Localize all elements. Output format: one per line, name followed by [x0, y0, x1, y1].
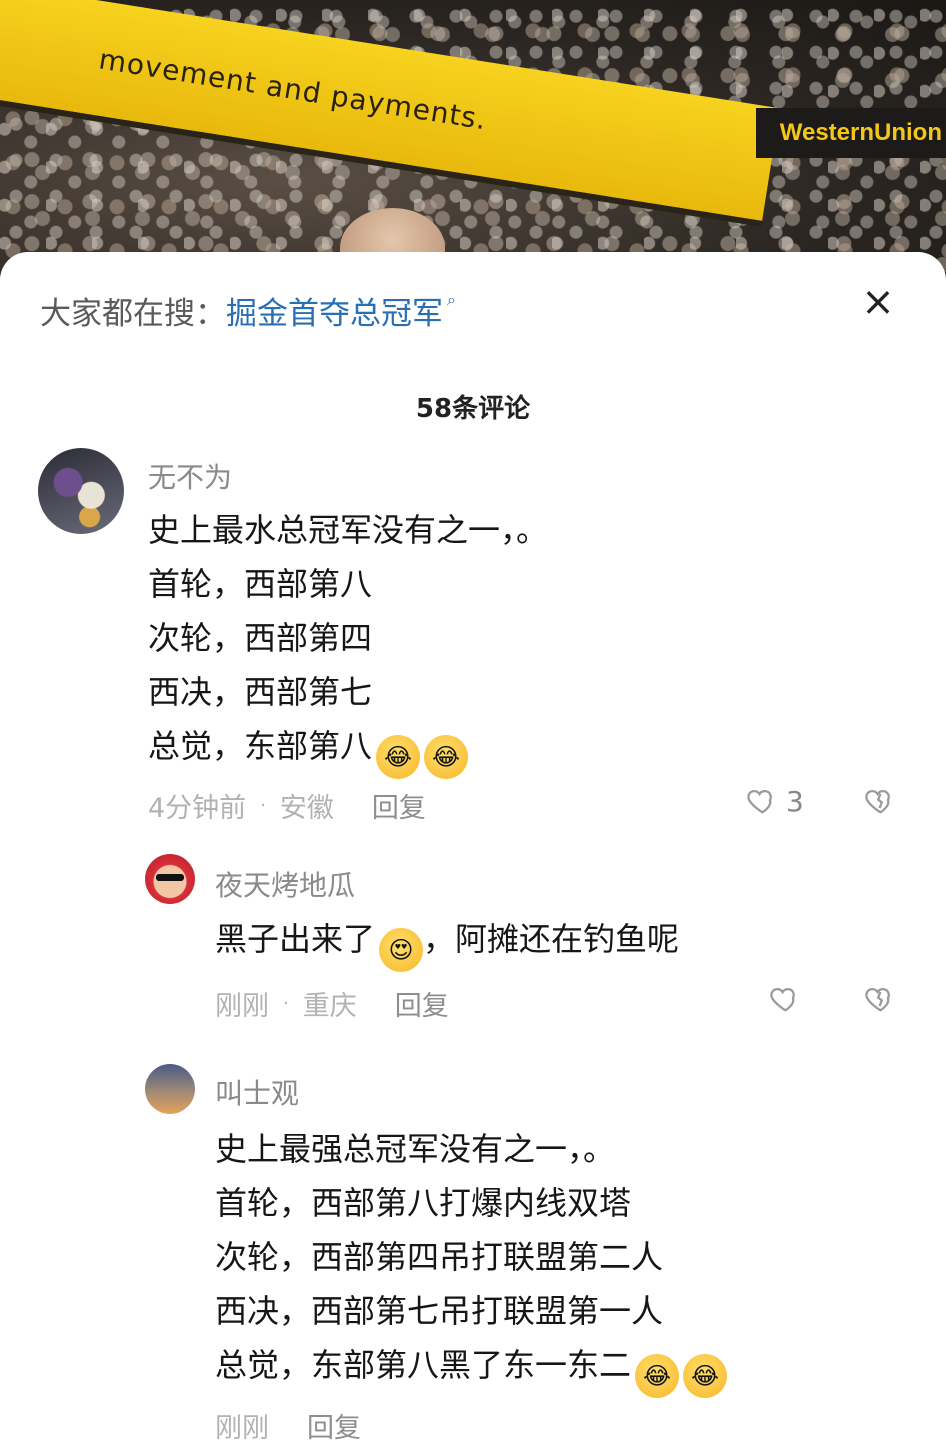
- comment-line: 次轮，西部第四吊打联盟第二人: [215, 1238, 664, 1276]
- comment-meta: 刚刚 · 重庆 回复: [215, 984, 449, 1023]
- comment-line: 首轮，西部第八打爆内线双塔: [215, 1184, 632, 1222]
- reply-item: 叫士观 史上最强总冠军没有之一，。 首轮，西部第八打爆内线双塔 次轮，西部第四吊…: [145, 1064, 905, 1451]
- comment-item: 无不为 史上最水总冠军没有之一，。 首轮，西部第八 次轮，西部第四 西决，西部第…: [38, 448, 908, 838]
- comment-count: 58条评论: [415, 394, 531, 424]
- broken-heart-icon[interactable]: [862, 982, 896, 1016]
- comment-body: 黑子出来了 😍 ，阿摊还在钓鱼呢: [215, 912, 680, 972]
- comment-text-part: 黑子出来了: [215, 920, 376, 958]
- sponsor-board: WesternUnion: [756, 108, 946, 158]
- sponsor-text: WesternUnion: [779, 119, 942, 146]
- like-count: 3: [786, 784, 804, 818]
- search-suggestion-query[interactable]: 掘金首夺总冠军: [226, 288, 443, 333]
- separator-dot: ·: [283, 993, 289, 1014]
- comment-line-with-emoji: 黑子出来了 😍 ，阿摊还在钓鱼呢: [215, 912, 680, 972]
- comment-body: 史上最强总冠军没有之一，。 首轮，西部第八打爆内线双塔 次轮，西部第四吊打联盟第…: [215, 1122, 728, 1398]
- laughing-emoji-icon: 😂: [683, 1354, 728, 1398]
- reply-button[interactable]: 回复: [307, 1406, 361, 1445]
- comment-line: 总觉，东部第八黑了东一东二: [215, 1346, 632, 1384]
- reply-button[interactable]: 回复: [372, 786, 426, 825]
- laughing-emoji-icon: 😂: [424, 735, 469, 779]
- banner-text: movement and payments.: [96, 41, 490, 136]
- heart-icon: [747, 789, 772, 814]
- avatar[interactable]: [145, 854, 195, 904]
- search-suggestion-label: 大家都在搜：: [40, 296, 226, 332]
- like-button[interactable]: [767, 982, 801, 1016]
- heart-icon: [770, 987, 795, 1012]
- comment-line-with-emoji: 总觉，东部第八黑了东一东二 😂 😂: [215, 1338, 728, 1398]
- comment-line-with-emoji: 总觉，东部第八 😂 😂: [148, 719, 548, 779]
- comment-username[interactable]: 夜天烤地瓜: [215, 864, 355, 904]
- broken-heart-icon[interactable]: [862, 784, 896, 818]
- separator-dot: ·: [260, 795, 266, 816]
- comment-meta: 刚刚 回复: [215, 1406, 361, 1445]
- comment-text-part: ，阿摊还在钓鱼呢: [423, 920, 680, 958]
- like-button[interactable]: 3: [744, 784, 804, 818]
- laughing-emoji-icon: 😂: [376, 735, 421, 779]
- comment-line: 史上最强总冠军没有之一，。: [215, 1130, 616, 1168]
- comment-line: 次轮，西部第四: [148, 619, 373, 657]
- comment-location: 安徽: [279, 793, 334, 824]
- comment-line: 史上最水总冠军没有之一，。: [148, 511, 549, 549]
- comment-line: 首轮，西部第八: [148, 565, 373, 603]
- comment-line: 西决，西部第七: [148, 673, 373, 711]
- comment-sheet: 大家都在搜： 掘金首夺总冠军 ⌕ × 58条评论 无不为 史上最水总冠军没有之一…: [0, 252, 946, 1451]
- reply-button[interactable]: 回复: [395, 984, 449, 1023]
- close-icon[interactable]: ×: [860, 282, 896, 322]
- avatar[interactable]: [145, 1064, 195, 1114]
- comment-meta: 4分钟前 · 安徽 回复: [148, 786, 426, 825]
- comment-line: 总觉，东部第八: [148, 727, 373, 765]
- comment-body: 史上最水总冠军没有之一，。 首轮，西部第八 次轮，西部第四 西决，西部第七 总觉…: [148, 503, 549, 779]
- comment-username[interactable]: 无不为: [148, 456, 232, 496]
- comment-location: 重庆: [302, 991, 357, 1022]
- comment-line: 西决，西部第七吊打联盟第一人: [215, 1292, 664, 1330]
- laughing-emoji-icon: 😂: [635, 1354, 680, 1398]
- comment-username[interactable]: 叫士观: [215, 1072, 299, 1112]
- heart-eyes-emoji-icon: 😍: [379, 928, 424, 972]
- reply-item: 夜天烤地瓜 黑子出来了 😍 ，阿摊还在钓鱼呢 刚刚 · 重庆 回复: [145, 854, 905, 1024]
- comment-time: 4分钟前: [148, 793, 247, 824]
- avatar[interactable]: [38, 448, 124, 534]
- comment-time: 刚刚: [215, 991, 269, 1022]
- search-suggestion[interactable]: 大家都在搜： 掘金首夺总冠军 ⌕: [40, 288, 456, 333]
- comment-time: 刚刚: [215, 1413, 269, 1444]
- search-icon: ⌕: [447, 290, 456, 309]
